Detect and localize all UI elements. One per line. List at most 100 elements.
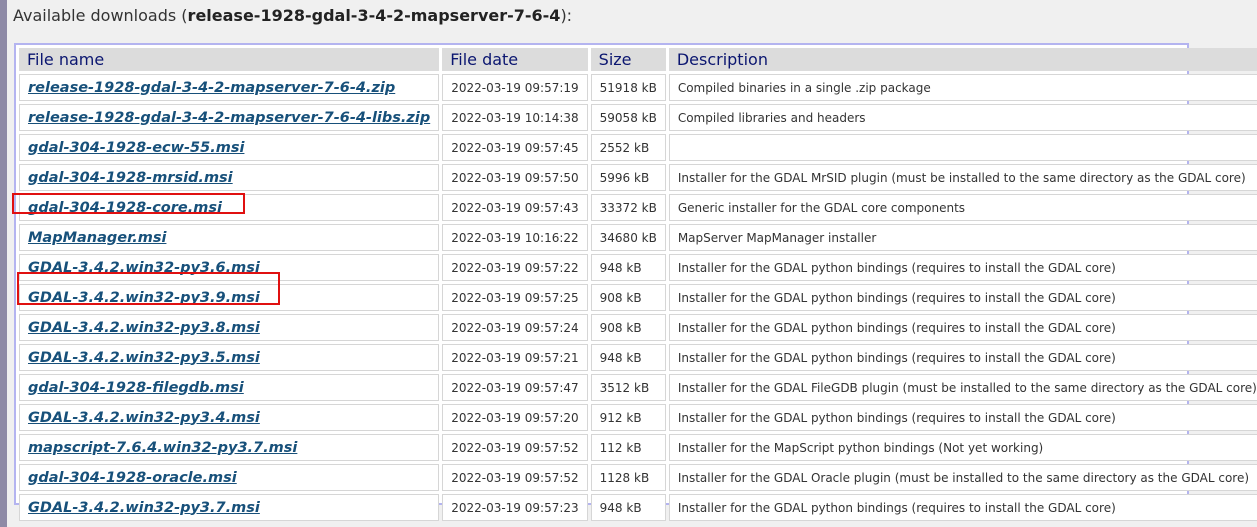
file-name-cell: GDAL-3.4.2.win32-py3.8.msi [19, 314, 440, 341]
file-size-cell: 912 kB [590, 404, 666, 431]
file-download-link[interactable]: GDAL-3.4.2.win32-py3.7.msi [28, 500, 260, 516]
file-size-cell: 908 kB [590, 314, 666, 341]
file-name-cell: gdal-304-1928-core.msi [19, 194, 440, 221]
file-date-cell: 2022-03-19 09:57:50 [442, 164, 588, 191]
left-edge-bar [0, 0, 7, 527]
file-download-link[interactable]: gdal-304-1928-filegdb.msi [28, 380, 244, 396]
file-name-cell: gdal-304-1928-oracle.msi [19, 464, 440, 491]
file-date-cell: 2022-03-19 09:57:21 [442, 344, 588, 371]
file-size-cell: 1128 kB [590, 464, 666, 491]
table-row: gdal-304-1928-mrsid.msi 2022-03-19 09:57:… [19, 164, 1257, 191]
file-size-cell: 948 kB [590, 254, 666, 281]
file-size-cell: 59058 kB [590, 104, 666, 131]
file-name-cell: GDAL-3.4.2.win32-py3.9.msi [19, 284, 440, 311]
file-name-cell: gdal-304-1928-ecw-55.msi [19, 134, 440, 161]
file-description-cell: MapServer MapManager installer [668, 224, 1257, 251]
table-row: GDAL-3.4.2.win32-py3.5.msi 2022-03-19 09:… [19, 344, 1257, 371]
file-description-cell: Installer for the GDAL python bindings (… [668, 284, 1257, 311]
file-date-cell: 2022-03-19 09:57:52 [442, 434, 588, 461]
file-size-cell: 5996 kB [590, 164, 666, 191]
file-download-link[interactable]: mapscript-7.6.4.win32-py3.7.msi [28, 440, 297, 456]
file-download-link[interactable]: gdal-304-1928-core.msi [28, 200, 222, 216]
table-row: mapscript-7.6.4.win32-py3.7.msi 2022-03-1… [19, 434, 1257, 461]
table-row: GDAL-3.4.2.win32-py3.7.msi 2022-03-19 09:… [19, 494, 1257, 521]
file-size-cell: 3512 kB [590, 374, 666, 401]
file-date-cell: 2022-03-19 09:57:45 [442, 134, 588, 161]
file-download-link[interactable]: GDAL-3.4.2.win32-py3.9.msi [28, 290, 260, 306]
col-file-date-header: File date [442, 48, 588, 71]
file-description-cell: Compiled binaries in a single .zip packa… [668, 74, 1257, 101]
file-download-link[interactable]: release-1928-gdal-3-4-2-mapserver-7-6-4-… [28, 110, 430, 126]
file-description-cell: Installer for the GDAL python bindings (… [668, 404, 1257, 431]
file-download-link[interactable]: GDAL-3.4.2.win32-py3.4.msi [28, 410, 260, 426]
file-download-link[interactable]: GDAL-3.4.2.win32-py3.8.msi [28, 320, 260, 336]
file-size-cell: 34680 kB [590, 224, 666, 251]
col-size-header: Size [590, 48, 666, 71]
file-date-cell: 2022-03-19 10:14:38 [442, 104, 588, 131]
file-name-cell: GDAL-3.4.2.win32-py3.7.msi [19, 494, 440, 521]
file-description-cell: Compiled libraries and headers [668, 104, 1257, 131]
file-name-cell: GDAL-3.4.2.win32-py3.5.msi [19, 344, 440, 371]
file-download-link[interactable]: gdal-304-1928-mrsid.msi [28, 170, 233, 186]
table-row: GDAL-3.4.2.win32-py3.8.msi 2022-03-19 09:… [19, 314, 1257, 341]
table-row: gdal-304-1928-filegdb.msi 2022-03-19 09:5… [19, 374, 1257, 401]
file-date-cell: 2022-03-19 09:57:52 [442, 464, 588, 491]
downloads-heading: Available downloads (release-1928-gdal-3… [13, 6, 572, 25]
file-date-cell: 2022-03-19 09:57:25 [442, 284, 588, 311]
file-date-cell: 2022-03-19 09:57:19 [442, 74, 588, 101]
file-date-cell: 2022-03-19 09:57:22 [442, 254, 588, 281]
downloads-table: File name File date Size Description rel… [16, 45, 1257, 524]
file-name-cell: release-1928-gdal-3-4-2-mapserver-7-6-4-… [19, 104, 440, 131]
file-download-link[interactable]: gdal-304-1928-oracle.msi [28, 470, 237, 486]
file-name-cell: release-1928-gdal-3-4-2-mapserver-7-6-4.… [19, 74, 440, 101]
file-date-cell: 2022-03-19 09:57:24 [442, 314, 588, 341]
col-file-name-header: File name [19, 48, 440, 71]
col-description-header: Description [668, 48, 1257, 71]
table-row: release-1928-gdal-3-4-2-mapserver-7-6-4-… [19, 104, 1257, 131]
file-download-link[interactable]: GDAL-3.4.2.win32-py3.5.msi [28, 350, 260, 366]
file-date-cell: 2022-03-19 09:57:20 [442, 404, 588, 431]
file-description-cell: Installer for the GDAL python bindings (… [668, 314, 1257, 341]
file-download-link[interactable]: GDAL-3.4.2.win32-py3.6.msi [28, 260, 260, 276]
file-size-cell: 948 kB [590, 344, 666, 371]
file-name-cell: mapscript-7.6.4.win32-py3.7.msi [19, 434, 440, 461]
heading-suffix: ): [560, 6, 573, 25]
heading-release-name: release-1928-gdal-3-4-2-mapserver-7-6-4 [187, 6, 561, 25]
file-description-cell: Installer for the GDAL python bindings (… [668, 254, 1257, 281]
file-description-cell: Installer for the GDAL python bindings (… [668, 494, 1257, 521]
table-header-row: File name File date Size Description [19, 48, 1257, 71]
file-description-cell: Installer for the GDAL Oracle plugin (mu… [668, 464, 1257, 491]
file-date-cell: 2022-03-19 09:57:43 [442, 194, 588, 221]
table-row: GDAL-3.4.2.win32-py3.9.msi 2022-03-19 09:… [19, 284, 1257, 311]
table-row: MapManager.msi 2022-03-19 10:16:22 34680 k… [19, 224, 1257, 251]
file-size-cell: 33372 kB [590, 194, 666, 221]
file-download-link[interactable]: gdal-304-1928-ecw-55.msi [28, 140, 244, 156]
file-date-cell: 2022-03-19 10:16:22 [442, 224, 588, 251]
table-row: gdal-304-1928-oracle.msi 2022-03-19 09:57… [19, 464, 1257, 491]
file-description-cell: Installer for the GDAL FileGDB plugin (m… [668, 374, 1257, 401]
file-date-cell: 2022-03-19 09:57:47 [442, 374, 588, 401]
file-download-link[interactable]: MapManager.msi [28, 230, 166, 246]
file-name-cell: MapManager.msi [19, 224, 440, 251]
table-row: GDAL-3.4.2.win32-py3.4.msi 2022-03-19 09:… [19, 404, 1257, 431]
heading-prefix: Available downloads ( [13, 6, 188, 25]
table-row: release-1928-gdal-3-4-2-mapserver-7-6-4.… [19, 74, 1257, 101]
file-description-cell: Installer for the GDAL python bindings (… [668, 344, 1257, 371]
table-row: GDAL-3.4.2.win32-py3.6.msi 2022-03-19 09:… [19, 254, 1257, 281]
file-size-cell: 2552 kB [590, 134, 666, 161]
file-name-cell: gdal-304-1928-filegdb.msi [19, 374, 440, 401]
file-date-cell: 2022-03-19 09:57:23 [442, 494, 588, 521]
file-name-cell: gdal-304-1928-mrsid.msi [19, 164, 440, 191]
file-size-cell: 908 kB [590, 284, 666, 311]
file-description-cell: Generic installer for the GDAL core comp… [668, 194, 1257, 221]
file-name-cell: GDAL-3.4.2.win32-py3.4.msi [19, 404, 440, 431]
file-description-cell: Installer for the MapScript python bindi… [668, 434, 1257, 461]
file-size-cell: 112 kB [590, 434, 666, 461]
downloads-table-container: File name File date Size Description rel… [14, 43, 1257, 521]
file-description-cell [668, 134, 1257, 161]
table-row: gdal-304-1928-ecw-55.msi 2022-03-19 09:57… [19, 134, 1257, 161]
table-row: gdal-304-1928-core.msi 2022-03-19 09:57:4… [19, 194, 1257, 221]
file-description-cell: Installer for the GDAL MrSID plugin (mus… [668, 164, 1257, 191]
file-download-link[interactable]: release-1928-gdal-3-4-2-mapserver-7-6-4.… [28, 80, 395, 96]
file-size-cell: 51918 kB [590, 74, 666, 101]
